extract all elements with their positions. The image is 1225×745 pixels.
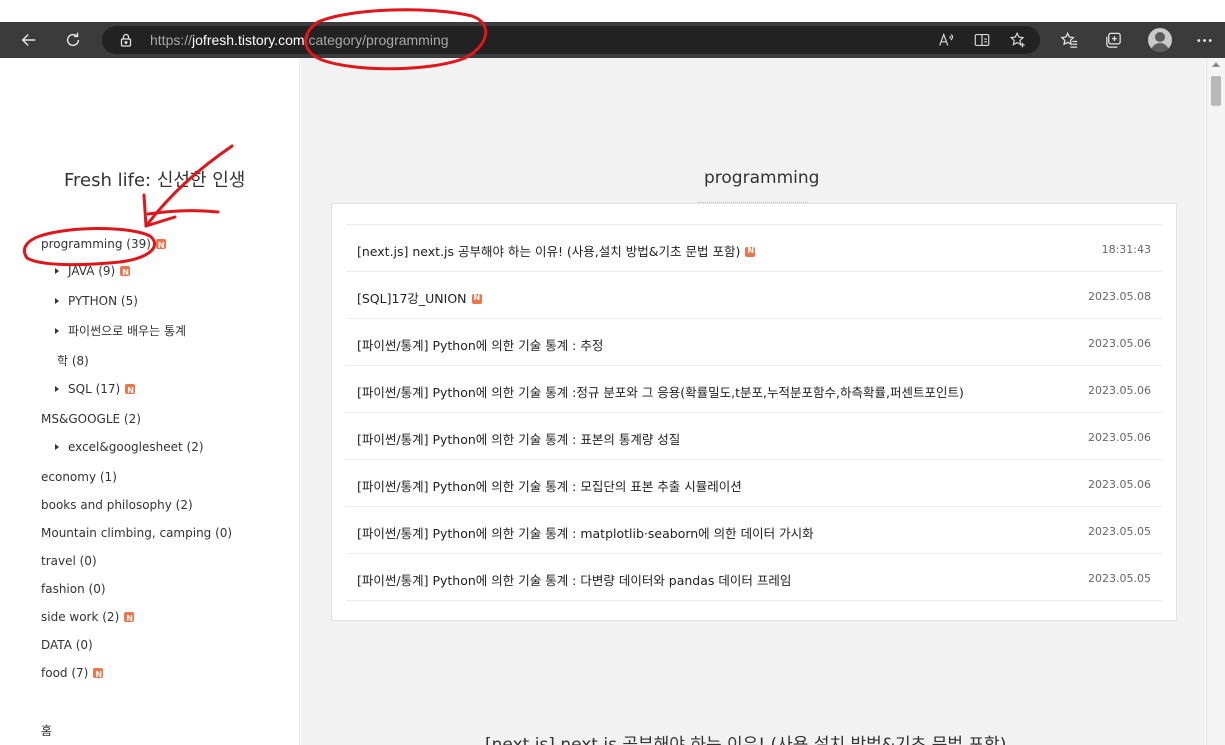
favorites-button[interactable] bbox=[1055, 26, 1083, 54]
post-item[interactable]: [파이썬/통계] Python에 의한 기술 통계 : matplotlib·s… bbox=[346, 507, 1162, 554]
new-badge bbox=[155, 238, 166, 254]
url-text[interactable]: https://jofresh.tistory.com/category/pro… bbox=[150, 26, 449, 54]
refresh-button[interactable] bbox=[55, 22, 91, 58]
category-programming[interactable]: programming (39) bbox=[41, 236, 166, 254]
page-viewport: Fresh life: 신선한 인생 programming (39) JAVA… bbox=[0, 58, 1225, 745]
page-title: programming bbox=[704, 168, 820, 188]
immersive-reader-icon[interactable] bbox=[972, 30, 992, 50]
post-title[interactable]: [파이썬/통계] Python에 의한 기술 통계 :정규 분포와 그 응용(확… bbox=[357, 382, 964, 401]
post-list: [next.js] next.js 공부해야 하는 이유! (사용,설치 방법&… bbox=[331, 203, 1177, 621]
post-date: 2023.05.05 bbox=[1088, 572, 1151, 585]
category-data[interactable]: DATA (0) bbox=[41, 637, 93, 653]
home-link[interactable]: 홈 bbox=[41, 723, 52, 739]
refresh-icon bbox=[66, 32, 80, 47]
subcategory-sql[interactable]: SQL (17) bbox=[55, 381, 136, 399]
new-badge bbox=[471, 293, 482, 304]
settings-more-button[interactable] bbox=[1190, 26, 1218, 54]
add-favorite-icon[interactable] bbox=[1008, 30, 1028, 50]
collections-button[interactable] bbox=[1099, 26, 1127, 54]
blog-title[interactable]: Fresh life: 신선한 인생 bbox=[64, 166, 245, 192]
new-badge bbox=[124, 611, 135, 627]
subcategory-python-statistics[interactable]: 파이썬으로 배우는 통계 bbox=[55, 323, 186, 339]
lock-icon bbox=[120, 33, 132, 47]
new-badge bbox=[745, 246, 756, 257]
vertical-scrollbar[interactable] bbox=[1206, 58, 1225, 745]
post-title[interactable]: [파이썬/통계] Python에 의한 기술 통계 : 표본의 통계량 성질 bbox=[357, 429, 680, 448]
category-economy[interactable]: economy (1) bbox=[41, 469, 117, 485]
subcategory-python-statistics-cont[interactable]: 학 (8) bbox=[57, 353, 89, 369]
post-title[interactable]: [파이썬/통계] Python에 의한 기술 통계 : 추정 bbox=[357, 335, 603, 354]
post-title[interactable]: [파이썬/통계] Python에 의한 기술 통계 : matplotlib·s… bbox=[357, 523, 814, 542]
category-books-philosophy[interactable]: books and philosophy (2) bbox=[41, 497, 193, 513]
subcategory-java[interactable]: JAVA (9) bbox=[55, 263, 131, 281]
post-title[interactable]: [파이썬/통계] Python에 의한 기술 통계 : 모집단의 표본 추출 시… bbox=[357, 476, 742, 495]
post-item[interactable]: [파이썬/통계] Python에 의한 기술 통계 : 추정 2023.05.0… bbox=[346, 319, 1162, 366]
category-fashion[interactable]: fashion (0) bbox=[41, 581, 106, 597]
new-badge bbox=[93, 667, 104, 683]
post-date: 2023.05.06 bbox=[1088, 337, 1151, 350]
category-food[interactable]: food (7) bbox=[41, 665, 104, 683]
post-date: 2023.05.06 bbox=[1088, 478, 1151, 491]
browser-toolbar: https://jofresh.tistory.com/category/pro… bbox=[0, 22, 1225, 58]
caret-right-icon bbox=[55, 268, 59, 274]
new-badge bbox=[120, 265, 131, 281]
caret-right-icon bbox=[55, 328, 59, 334]
post-item[interactable]: [SQL]17강_UNION 2023.05.08 bbox=[346, 272, 1162, 319]
post-date: 2023.05.05 bbox=[1088, 525, 1151, 538]
address-bar[interactable]: https://jofresh.tistory.com/category/pro… bbox=[102, 26, 1040, 54]
post-title[interactable]: [파이썬/통계] Python에 의한 기술 통계 : 다변량 데이터와 pan… bbox=[357, 570, 791, 589]
scroll-up-arrow-icon[interactable] bbox=[1212, 62, 1220, 67]
post-date: 2023.05.08 bbox=[1088, 290, 1151, 303]
category-ms-google[interactable]: MS&GOOGLE (2) bbox=[41, 411, 141, 427]
blog-sidebar: Fresh life: 신선한 인생 programming (39) JAVA… bbox=[0, 58, 300, 745]
subcategory-python[interactable]: PYTHON (5) bbox=[55, 293, 138, 309]
main-content: programming [next.js] next.js 공부해야 하는 이유… bbox=[301, 58, 1205, 745]
post-item[interactable]: [next.js] next.js 공부해야 하는 이유! (사용,설치 방법&… bbox=[346, 225, 1162, 272]
read-aloud-icon[interactable] bbox=[936, 30, 956, 50]
category-mountain-camping[interactable]: Mountain climbing, camping (0) bbox=[41, 525, 232, 541]
post-title[interactable]: [SQL]17강_UNION bbox=[357, 288, 482, 307]
caret-right-icon bbox=[55, 444, 59, 450]
post-title[interactable]: [next.js] next.js 공부해야 하는 이유! (사용,설치 방법&… bbox=[357, 241, 756, 260]
subcategory-excel-googlesheet[interactable]: excel&googlesheet (2) bbox=[55, 439, 204, 455]
arrow-left-icon bbox=[21, 34, 36, 46]
category-travel[interactable]: travel (0) bbox=[41, 553, 97, 569]
post-item[interactable]: [파이썬/통계] Python에 의한 기술 통계 : 표본의 통계량 성질 2… bbox=[346, 413, 1162, 460]
post-date: 2023.05.06 bbox=[1088, 384, 1151, 397]
post-item[interactable]: [파이썬/통계] Python에 의한 기술 통계 :정규 분포와 그 응용(확… bbox=[346, 366, 1162, 413]
caret-right-icon bbox=[55, 386, 59, 392]
profile-avatar[interactable] bbox=[1148, 28, 1172, 52]
article-title[interactable]: [next.js] next.js 공부해야 하는 이유! (사용,설치 방법&… bbox=[485, 730, 1006, 745]
post-date: 2023.05.06 bbox=[1088, 431, 1151, 444]
caret-right-icon bbox=[55, 298, 59, 304]
new-badge bbox=[125, 383, 136, 399]
back-button[interactable] bbox=[11, 22, 47, 58]
post-item[interactable]: [파이썬/통계] Python에 의한 기술 통계 : 모집단의 표본 추출 시… bbox=[346, 460, 1162, 507]
more-horizontal-icon bbox=[1196, 38, 1212, 42]
post-item[interactable]: [파이썬/통계] Python에 의한 기술 통계 : 다변량 데이터와 pan… bbox=[346, 554, 1162, 601]
collections-icon bbox=[1105, 32, 1121, 48]
scroll-thumb[interactable] bbox=[1211, 76, 1221, 106]
category-side-work[interactable]: side work (2) bbox=[41, 609, 135, 627]
favorites-icon bbox=[1060, 31, 1077, 48]
post-date: 18:31:43 bbox=[1101, 243, 1151, 256]
